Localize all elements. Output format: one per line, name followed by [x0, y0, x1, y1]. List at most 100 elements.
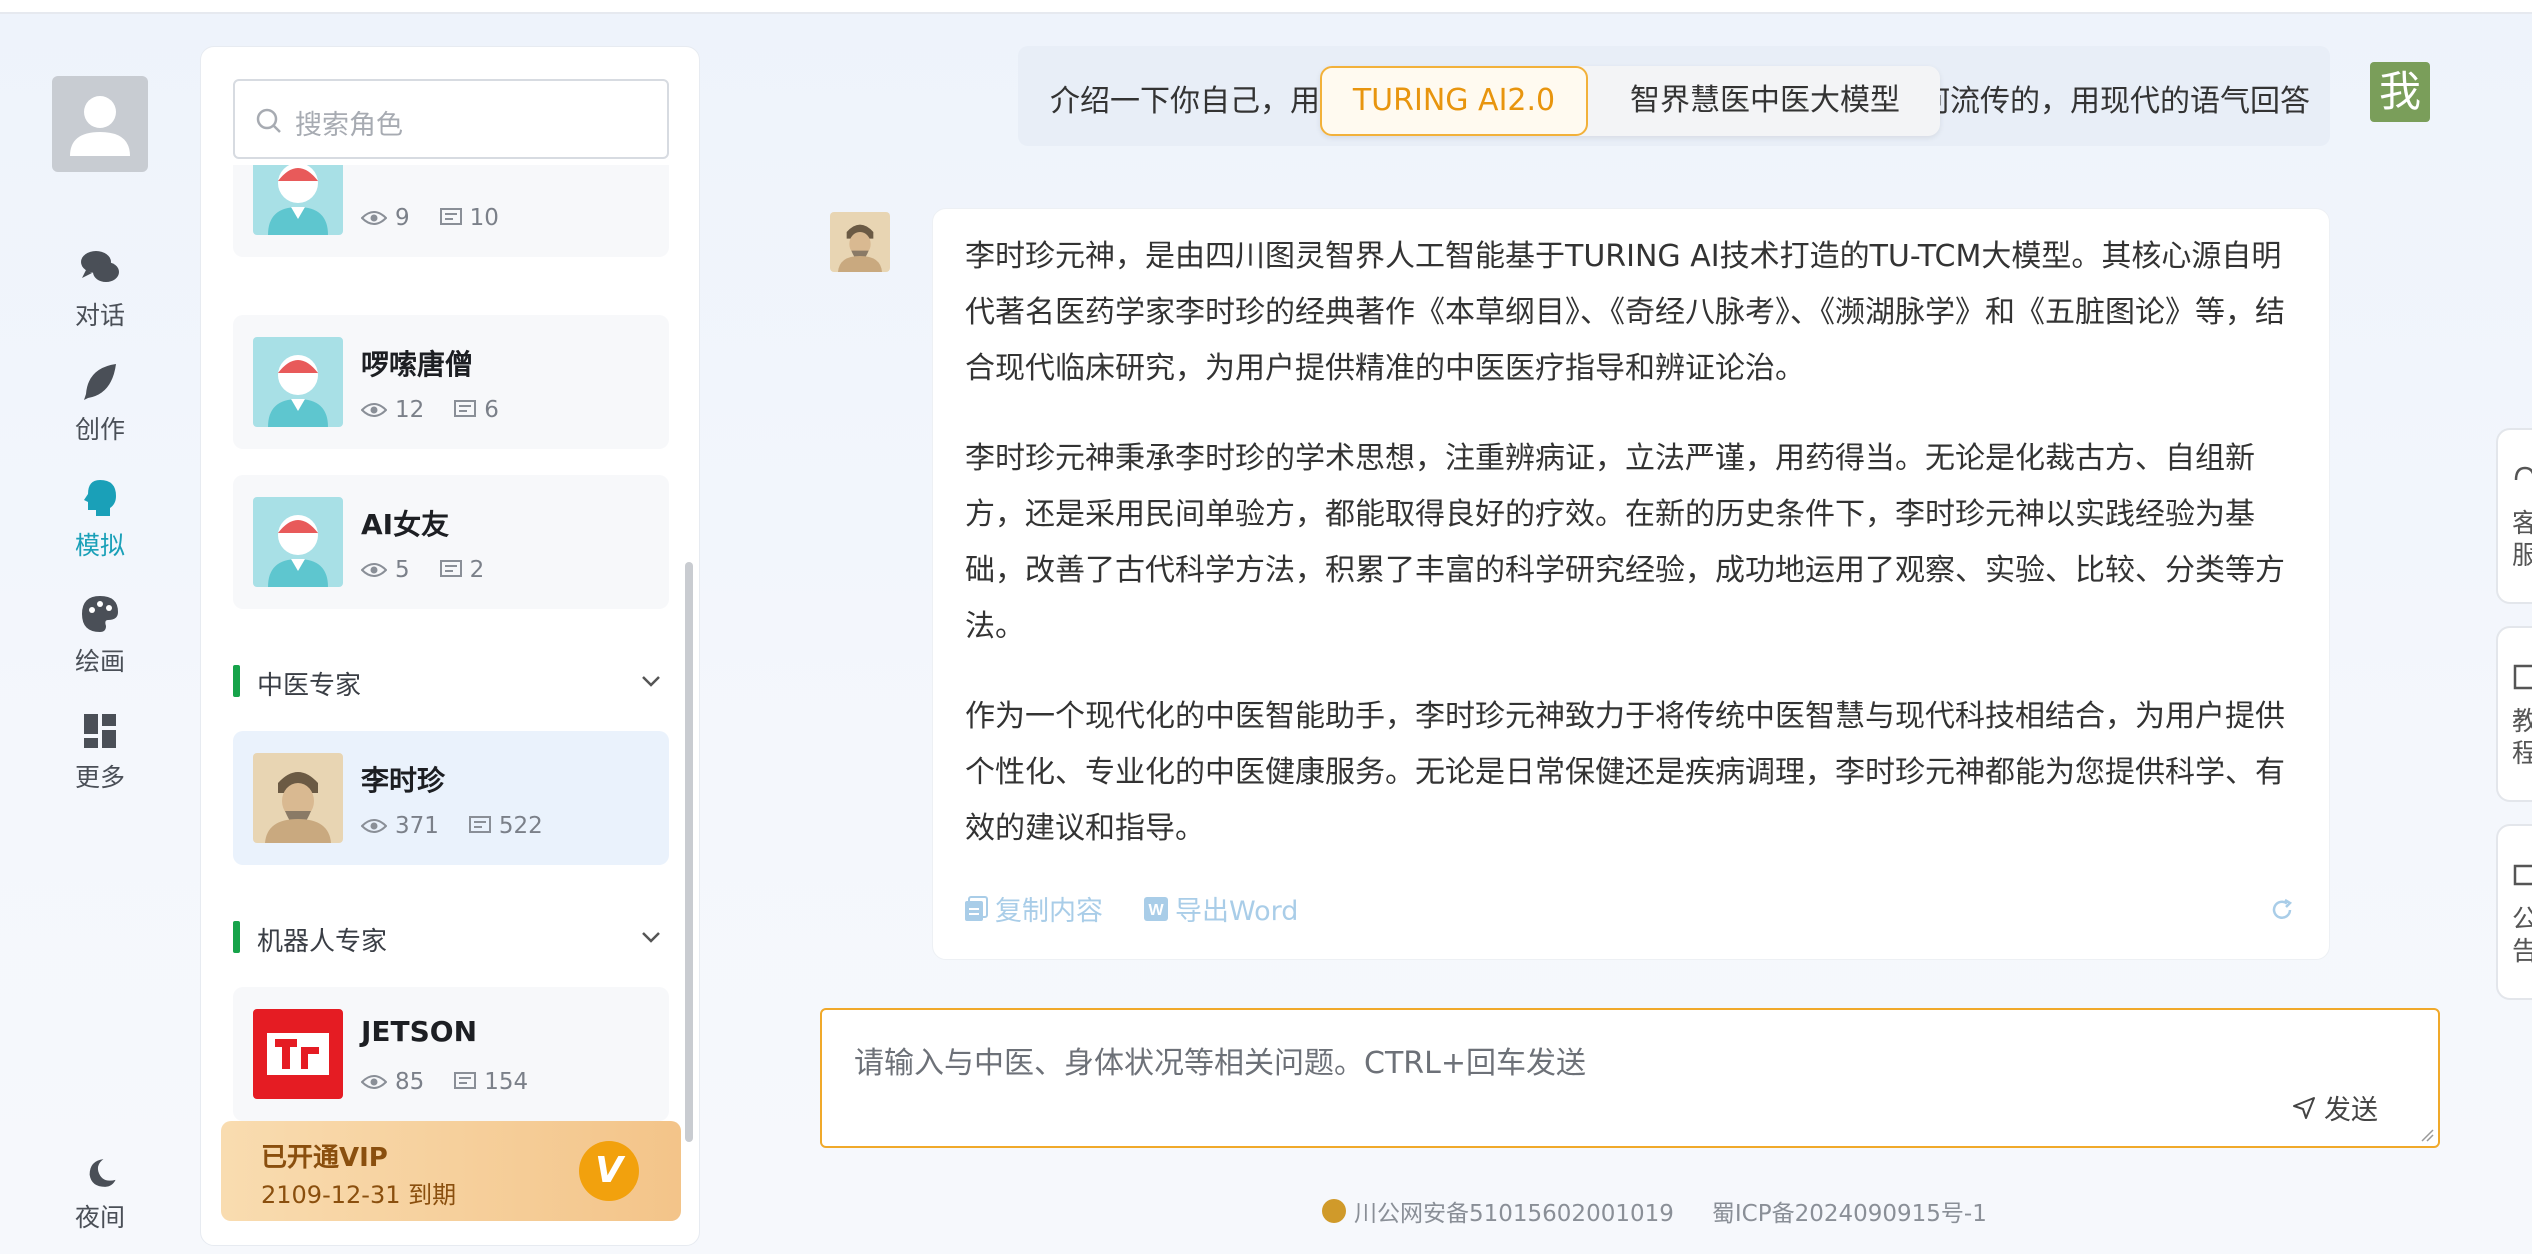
role-name: 李时珍: [361, 764, 446, 797]
moon-icon: [89, 1159, 116, 1187]
night-mode-toggle[interactable]: 夜间: [40, 1154, 160, 1234]
eye-icon: [361, 819, 387, 833]
comment-icon: [439, 208, 462, 225]
comment-icon: [439, 560, 462, 577]
refresh-icon[interactable]: [2269, 897, 2295, 923]
word-icon: W: [1144, 896, 1168, 921]
answer-actions: 复制内容 W 导出Word: [963, 889, 1338, 928]
eye-icon: [361, 1075, 387, 1089]
search-input[interactable]: 搜索角色: [233, 79, 669, 159]
send-button[interactable]: 发送: [2292, 1088, 2378, 1127]
icp-record-link[interactable]: 蜀ICP备2024090915号-1: [1712, 1194, 1987, 1228]
chevron-down-icon: [642, 676, 660, 687]
answer-paragraph: 作为一个现代化的中医智能助手，李时珍元神致力于将传统中医智慧与现代科技相结合，为…: [965, 699, 2285, 846]
role-stats: 12 6: [361, 397, 499, 423]
chat-icon: [81, 251, 119, 282]
headset-icon: [2514, 466, 2532, 481]
user-chat-avatar: 我: [2370, 62, 2430, 122]
list-item[interactable]: JETSON 85 154: [233, 987, 669, 1121]
section-title: 中医专家: [257, 671, 362, 701]
copy-button[interactable]: 复制内容: [963, 889, 1103, 928]
nav-item-label: 更多: [74, 763, 125, 792]
book-icon: [2513, 664, 2532, 690]
resize-handle-icon[interactable]: [2420, 1128, 2434, 1142]
section-marker: [233, 921, 240, 953]
comment-icon: [468, 816, 491, 833]
footer: 川公网安备51015602001019 蜀ICP备2024090915号-1: [1322, 1194, 1987, 1228]
export-word-button[interactable]: W 导出Word: [1143, 889, 1298, 928]
tab-tcm-model[interactable]: 智界慧医中医大模型: [1590, 66, 1940, 136]
tab-turing-ai[interactable]: TURING AI2.0: [1320, 66, 1588, 136]
comment-icon: [454, 400, 477, 417]
police-record-link[interactable]: 川公网安备51015602001019: [1354, 1194, 1674, 1228]
nav-item-simulate[interactable]: 模拟: [40, 476, 160, 562]
vip-card[interactable]: 已开通VIP 2109-12-31 到期 V: [221, 1121, 681, 1221]
list-item[interactable]: AI女友 5 2: [233, 475, 669, 609]
role-name: 啰嗦唐僧: [361, 348, 474, 381]
top-bar: [0, 0, 2532, 14]
side-tab-label: 教程: [2512, 707, 2532, 769]
side-tab-label: 公告: [2512, 905, 2532, 967]
search-placeholder: 搜索角色: [295, 110, 403, 141]
nav-item-label: 模拟: [74, 531, 125, 560]
nav-item-label: 绘画: [74, 647, 125, 676]
role-thumbnail: [253, 1009, 343, 1099]
role-thumbnail: [253, 337, 343, 427]
section-header-robot[interactable]: 机器人专家: [233, 917, 669, 957]
police-badge-icon: [1322, 1199, 1346, 1223]
avatar[interactable]: [52, 76, 148, 172]
nav-item-label: 对话: [74, 301, 125, 330]
palette-icon: [82, 596, 118, 632]
chat-input[interactable]: 请输入与中医、身体状况等相关问题。CTRL+回车发送 发送: [820, 1008, 2440, 1148]
side-tab-service[interactable]: 客服: [2496, 428, 2532, 604]
copy-icon: [965, 895, 988, 921]
side-tab-notice[interactable]: 公告: [2496, 824, 2532, 1000]
user-avatar-icon: [70, 96, 130, 156]
role-stats: 371 522: [361, 813, 543, 839]
notice-icon: [2513, 864, 2532, 886]
vip-title: 已开通VIP: [261, 1143, 388, 1173]
answer-paragraph: 李时珍元神秉承李时珍的学术思想，注重辨病证，立法严谨，用药得当。无论是化裁古方、…: [965, 441, 2285, 644]
chevron-down-icon: [642, 932, 660, 943]
role-thumbnail: [253, 753, 343, 843]
vip-badge-icon: V: [579, 1141, 639, 1201]
left-nav: 对话 创作 模拟 绘画 更多 夜间: [0, 14, 198, 1254]
app-root: 对话 创作 模拟 绘画 更多 夜间 搜索角色 9 10 啰嗦唐僧 12 6 AI…: [0, 0, 2532, 1254]
comment-icon: [454, 1072, 477, 1089]
role-stats: 9 10: [361, 205, 499, 231]
role-name: AI女友: [361, 508, 450, 541]
panel-scrollbar[interactable]: [685, 562, 693, 1142]
section-marker: [233, 665, 240, 697]
side-tab-tutorial[interactable]: 教程: [2496, 626, 2532, 802]
nav-item-chat[interactable]: 对话: [40, 246, 160, 332]
nav-item-paint[interactable]: 绘画: [40, 592, 160, 678]
section-title: 机器人专家: [257, 927, 388, 957]
model-tabs: TURING AI2.0 智界慧医中医大模型: [1320, 66, 1940, 136]
section-header-tcm[interactable]: 中医专家: [233, 661, 669, 701]
svg-text:W: W: [1148, 902, 1164, 919]
vip-expiry: 2109-12-31 到期: [261, 1181, 457, 1209]
nav-item-create[interactable]: 创作: [40, 360, 160, 446]
nav-item-more[interactable]: 更多: [40, 708, 160, 794]
role-thumbnail: [253, 165, 343, 235]
eye-icon: [361, 211, 387, 225]
role-stats: 5 2: [361, 557, 484, 583]
head-icon: [84, 480, 116, 516]
night-label: 夜间: [74, 1203, 125, 1232]
send-icon: [2293, 1096, 2315, 1119]
chat-input-placeholder: 请输入与中医、身体状况等相关问题。CTRL+回车发送: [854, 1046, 1586, 1081]
list-item[interactable]: 啰嗦唐僧 12 6: [233, 315, 669, 449]
bot-answer-card: 李时珍元神，是由四川图灵智界人工智能基于TURING AI技术打造的TU-TCM…: [932, 208, 2330, 960]
grid-icon: [84, 714, 116, 748]
role-thumbnail: [253, 497, 343, 587]
list-item[interactable]: 9 10: [233, 165, 669, 257]
answer-paragraph: 李时珍元神，是由四川图灵智界人工智能基于TURING AI技术打造的TU-TCM…: [965, 239, 2285, 386]
side-tab-label: 客服: [2512, 509, 2532, 571]
eye-icon: [361, 563, 387, 577]
role-panel: 搜索角色 9 10 啰嗦唐僧 12 6 AI女友 5 2 中医专家 李时珍 37…: [200, 46, 700, 1246]
role-stats: 85 154: [361, 1069, 528, 1095]
list-item[interactable]: 李时珍 371 522: [233, 731, 669, 865]
eye-icon: [361, 403, 387, 417]
search-icon: [256, 108, 281, 133]
role-name: JETSON: [361, 1015, 478, 1048]
